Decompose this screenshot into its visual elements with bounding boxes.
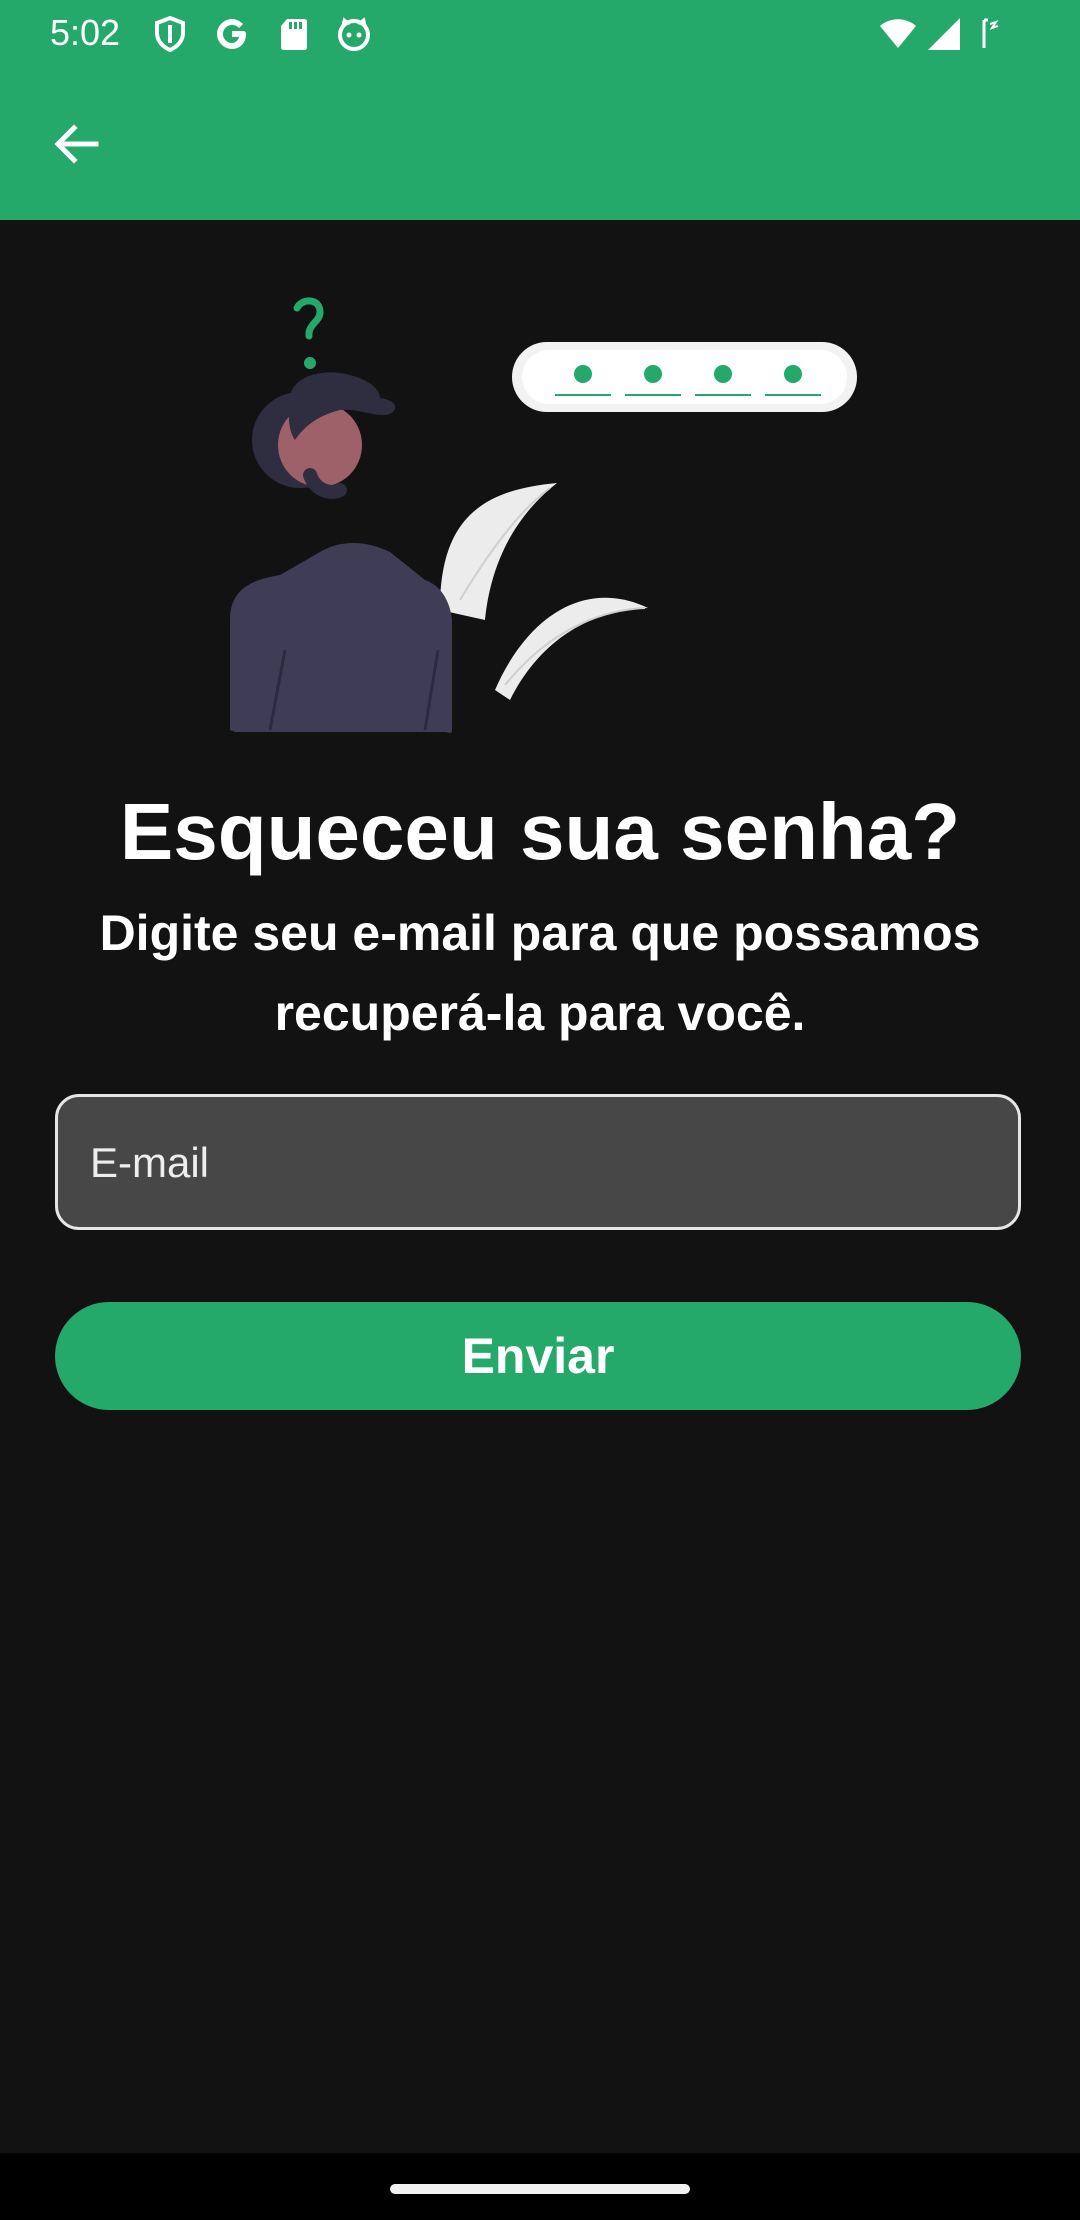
person-body [230, 543, 452, 733]
google-icon [212, 14, 252, 54]
battery-icon [976, 14, 1016, 54]
leaf-lower [495, 597, 648, 700]
page-title: Esqueceu sua senha? [119, 787, 961, 876]
question-mark [293, 297, 324, 340]
cell-signal-icon [924, 14, 964, 54]
forgot-password-illustration [190, 290, 890, 740]
status-time: 5:02 [50, 12, 121, 53]
email-input[interactable] [88, 1097, 992, 1229]
cat-icon [334, 14, 374, 54]
sd-card-icon [274, 14, 314, 54]
submit-button[interactable]: Enviar [55, 1302, 1021, 1410]
page-subtitle: Digite seu e-mail para que possamos recu… [99, 905, 981, 1041]
app-header: 5:02 [0, 0, 1080, 220]
email-field[interactable] [55, 1094, 1021, 1230]
arrow-left-icon [54, 124, 99, 164]
status-bar: 5:02 [0, 0, 1080, 66]
leaf-upper [440, 483, 557, 620]
shield-icon [150, 14, 190, 54]
system-nav-bar [0, 2153, 1080, 2220]
wifi-icon [878, 14, 918, 54]
back-button[interactable] [36, 104, 116, 184]
home-indicator[interactable] [390, 2184, 690, 2194]
